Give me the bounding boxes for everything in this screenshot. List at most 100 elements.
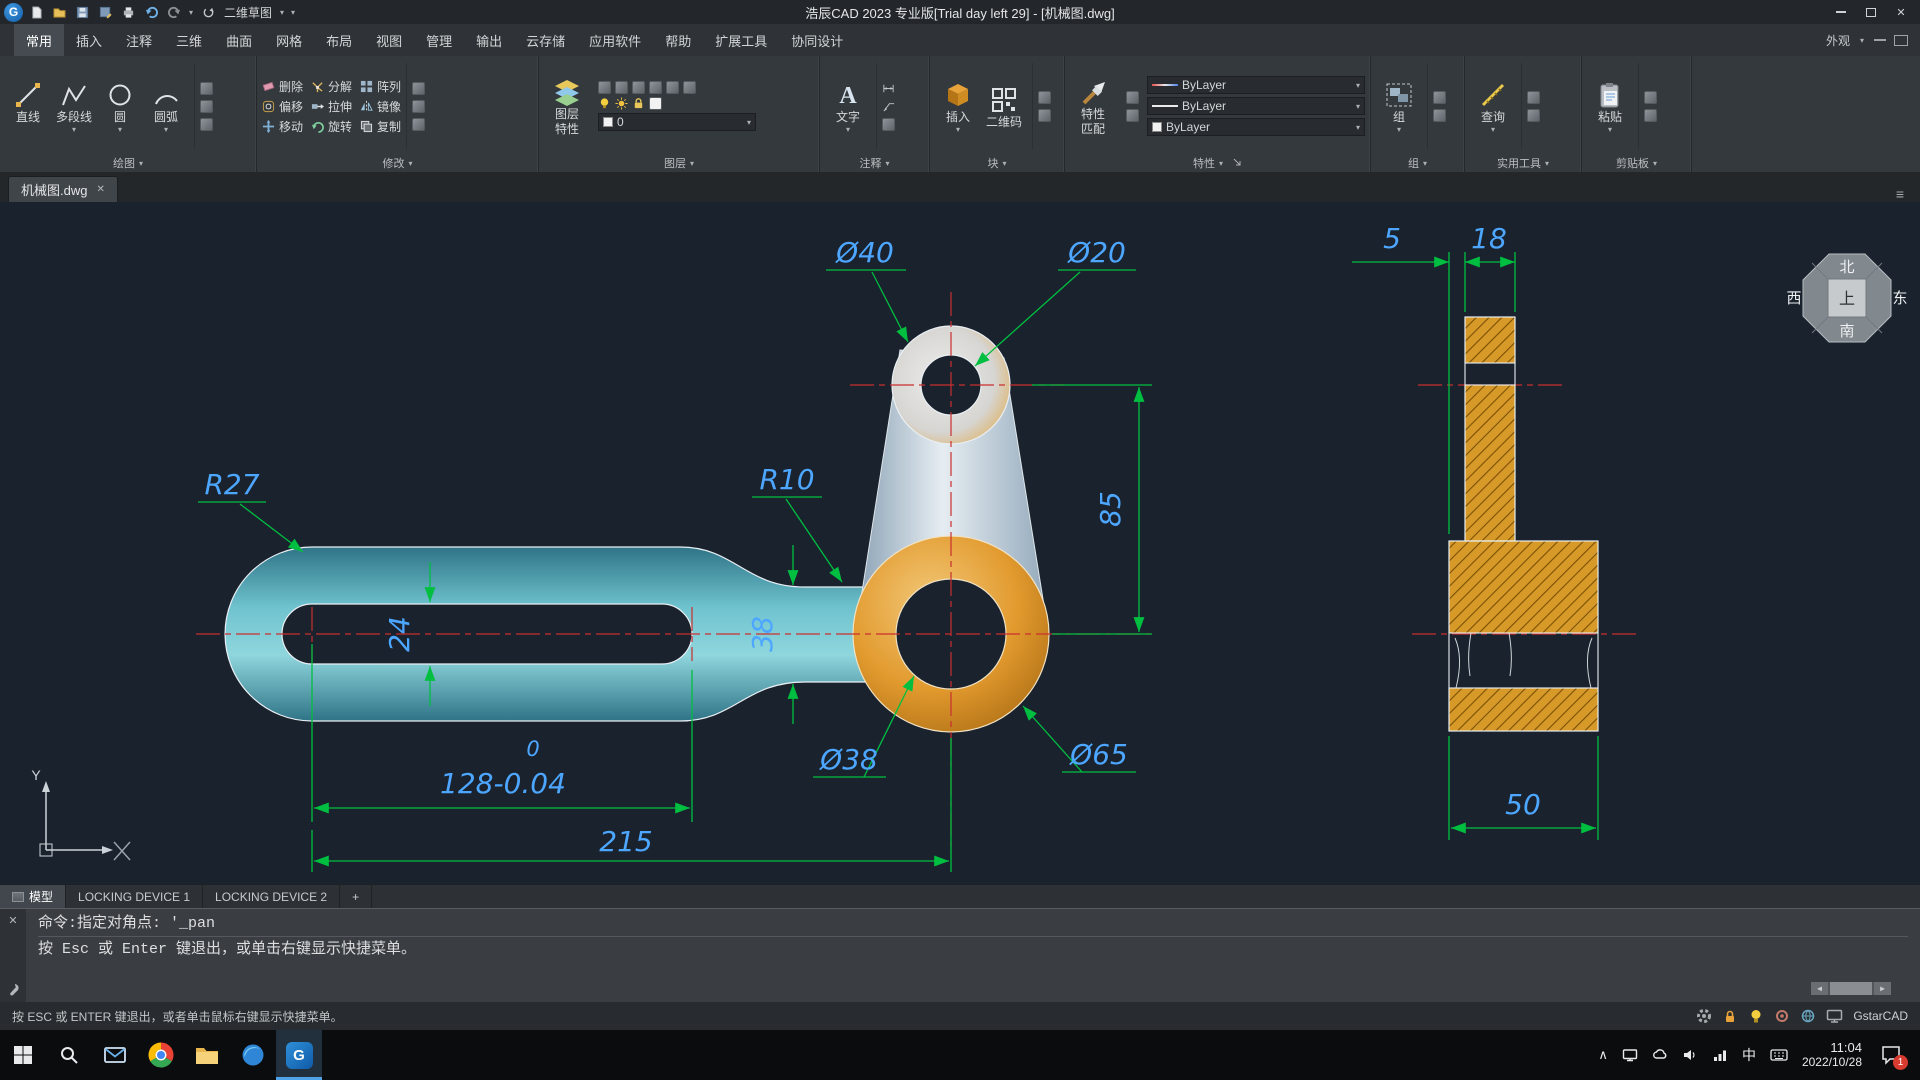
cut-icon[interactable]: [1644, 90, 1657, 104]
view-compass[interactable]: 北 南 西 东 上: [1786, 253, 1908, 343]
bulb-icon[interactable]: [1748, 1008, 1764, 1024]
file-explorer-button[interactable]: [184, 1030, 230, 1080]
panel-label-group[interactable]: 组 ▾: [1371, 153, 1464, 172]
maximize-button[interactable]: [1856, 1, 1886, 23]
mail-app-button[interactable]: [92, 1030, 138, 1080]
drawing-canvas[interactable]: Ø40 Ø20 R27 R10 24 38 85 0 128-0.04 215 …: [0, 202, 1920, 884]
copy-clip-icon[interactable]: [1644, 108, 1657, 122]
new-file-button[interactable]: [26, 2, 46, 22]
tab-annotate[interactable]: 注释: [114, 24, 164, 56]
copy-button[interactable]: 复制: [360, 118, 401, 135]
speaker-icon[interactable]: [1682, 1047, 1698, 1063]
print-button[interactable]: [118, 2, 138, 22]
offset-button[interactable]: 偏移: [262, 98, 303, 115]
tab-help[interactable]: 帮助: [653, 24, 703, 56]
undo-button[interactable]: [141, 2, 161, 22]
explode-button[interactable]: 分解: [311, 78, 352, 95]
tab-layout[interactable]: 布局: [314, 24, 364, 56]
close-command-icon[interactable]: ✕: [8, 914, 17, 927]
match-properties-button[interactable]: 特性 匹配: [1070, 76, 1116, 136]
part-front-view[interactable]: [224, 325, 1050, 733]
panel-label-draw[interactable]: 绘图 ▾: [0, 153, 256, 172]
tray-expand-icon[interactable]: ∧: [1598, 1047, 1608, 1063]
panel-label-annotation[interactable]: 注释 ▾: [820, 153, 929, 172]
paste-button[interactable]: 粘贴 ▾: [1587, 79, 1633, 134]
tab-apps[interactable]: 应用软件: [577, 24, 653, 56]
mirror-button[interactable]: 镜像: [360, 98, 401, 115]
arc-button[interactable]: 圆弧 ▾: [143, 79, 189, 134]
chevron-down-icon[interactable]: ▾: [1858, 36, 1866, 45]
tab-mesh[interactable]: 网格: [264, 24, 314, 56]
block-attach-icon[interactable]: [1038, 108, 1051, 122]
close-tab-icon[interactable]: ✕: [96, 184, 104, 195]
region-tool-icon[interactable]: [200, 117, 213, 131]
layout-tab-model[interactable]: 模型: [0, 885, 67, 908]
hatch-tool-icon[interactable]: [200, 99, 213, 113]
circle-button[interactable]: 圆 ▾: [97, 79, 143, 134]
leader-icon[interactable]: [882, 100, 895, 113]
globe-icon[interactable]: [1800, 1008, 1816, 1024]
point-tool-icon[interactable]: [200, 81, 213, 95]
refresh-button[interactable]: [198, 2, 218, 22]
tab-3d[interactable]: 三维: [164, 24, 214, 56]
erase-button[interactable]: 删除: [262, 78, 303, 95]
app-logo-icon[interactable]: G: [4, 2, 23, 22]
scrollbar-thumb[interactable]: [1830, 982, 1872, 995]
scale-tool-icon[interactable]: [412, 117, 426, 131]
quick-select-icon[interactable]: [1527, 90, 1540, 104]
tab-manage[interactable]: 管理: [414, 24, 464, 56]
wrench-icon[interactable]: [6, 982, 20, 996]
onedrive-tray-icon[interactable]: [1652, 1047, 1668, 1063]
fillet-tool-icon[interactable]: [412, 99, 426, 113]
chrome-app-button[interactable]: [138, 1030, 184, 1080]
panel-label-block[interactable]: 块 ▾: [930, 153, 1064, 172]
panel-label-utilities[interactable]: 实用工具 ▾: [1465, 153, 1581, 172]
list-tool-icon[interactable]: [1126, 108, 1139, 122]
tab-list-menu-icon[interactable]: ≡: [1888, 186, 1912, 202]
group-button[interactable]: 组 ▾: [1376, 79, 1422, 134]
new-layout-button[interactable]: +: [340, 885, 373, 908]
edge-app-button[interactable]: [230, 1030, 276, 1080]
gear-icon[interactable]: [1696, 1008, 1712, 1024]
plot-style-icon[interactable]: [1126, 90, 1139, 104]
network-icon[interactable]: [1712, 1047, 1728, 1063]
layer-match-icon[interactable]: [683, 81, 696, 94]
layout-tab-locking-device-2[interactable]: LOCKING DEVICE 2: [203, 885, 341, 908]
monitor-icon[interactable]: [1826, 1008, 1843, 1024]
start-button[interactable]: [0, 1030, 46, 1080]
tab-insert[interactable]: 插入: [64, 24, 114, 56]
redo-button[interactable]: [164, 2, 184, 22]
panel-label-clipboard[interactable]: 剪贴板 ▾: [1582, 153, 1691, 172]
panel-label-layers[interactable]: 图层 ▾: [539, 153, 819, 172]
command-scrollbar[interactable]: ◀ ▶: [1810, 981, 1892, 996]
save-button[interactable]: [72, 2, 92, 22]
dialog-launcher-icon[interactable]: [1233, 158, 1242, 167]
keyboard-icon[interactable]: [1770, 1047, 1788, 1063]
lock-icon[interactable]: [632, 97, 645, 110]
chevron-down-icon[interactable]: ▾: [187, 8, 195, 17]
close-button[interactable]: ✕: [1886, 1, 1916, 23]
panel-label-modify[interactable]: 修改 ▾: [257, 153, 538, 172]
layer-state-icon[interactable]: [598, 81, 611, 94]
tab-output[interactable]: 输出: [464, 24, 514, 56]
qrcode-button[interactable]: 二维码: [981, 84, 1027, 129]
line-button[interactable]: 直线: [5, 79, 51, 134]
part-section-view[interactable]: [1448, 316, 1599, 732]
search-button[interactable]: [46, 1030, 92, 1080]
bulb-icon[interactable]: [598, 97, 611, 110]
array-button[interactable]: 阵列: [360, 78, 401, 95]
layer-lock-icon[interactable]: [666, 81, 679, 94]
stretch-button[interactable]: 拉伸: [311, 98, 352, 115]
linetype-dropdown[interactable]: ByLayer ▾: [1147, 97, 1365, 115]
insert-block-button[interactable]: 插入 ▾: [935, 79, 981, 134]
scroll-right-icon[interactable]: ▶: [1874, 982, 1891, 995]
tab-surface[interactable]: 曲面: [214, 24, 264, 56]
save-as-button[interactable]: [95, 2, 115, 22]
ribbon-panel-icon[interactable]: [1894, 34, 1908, 46]
trim-tool-icon[interactable]: [412, 81, 426, 95]
tab-home[interactable]: 常用: [14, 24, 65, 56]
group-edit-icon[interactable]: [1433, 108, 1446, 122]
layer-color-icon[interactable]: [649, 97, 662, 110]
appearance-menu[interactable]: 外观: [1826, 32, 1850, 49]
dimension-icon[interactable]: [882, 82, 895, 95]
